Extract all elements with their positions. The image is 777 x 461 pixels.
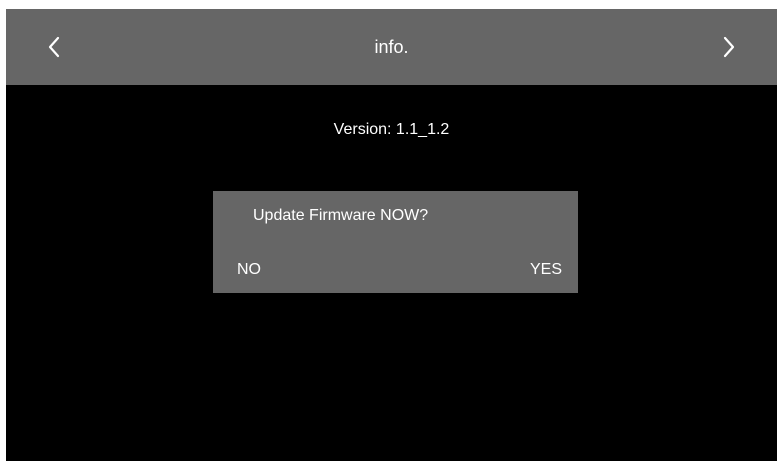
yes-button[interactable]: YES — [530, 261, 562, 279]
chevron-right-icon — [723, 36, 735, 58]
version-text: Version: 1.1_1.2 — [333, 121, 450, 138]
forward-button[interactable] — [691, 9, 767, 85]
dialog-message: Update Firmware NOW? — [253, 207, 429, 224]
update-firmware-dialog: Update Firmware NOW? NO YES — [213, 191, 578, 293]
page-title: info. — [374, 37, 409, 57]
device-screen: info. Version: 1.1_1.2 Update Firmware N… — [6, 9, 777, 461]
header-bar: info. — [6, 9, 777, 85]
no-button[interactable]: NO — [237, 261, 261, 279]
